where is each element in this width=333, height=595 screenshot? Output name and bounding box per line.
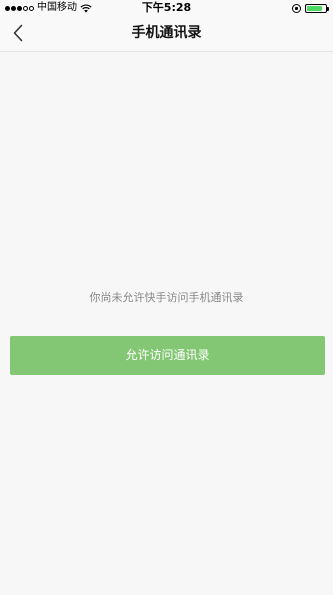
allow-contacts-button[interactable]: 允许访问通讯录 [10,336,325,375]
status-right [292,2,329,14]
battery-icon [305,3,329,13]
nav-bar: 手机通讯录 [0,16,333,52]
battery-level [307,5,323,11]
permission-notice: 你尚未允许快手访问手机通讯录 [89,291,244,304]
status-time: 下午5:28 [141,1,192,14]
page-title: 手机通讯录 [131,25,202,41]
status-bar: 中国移动 下午5:28 [0,0,333,16]
orientation-lock-icon [292,3,301,13]
